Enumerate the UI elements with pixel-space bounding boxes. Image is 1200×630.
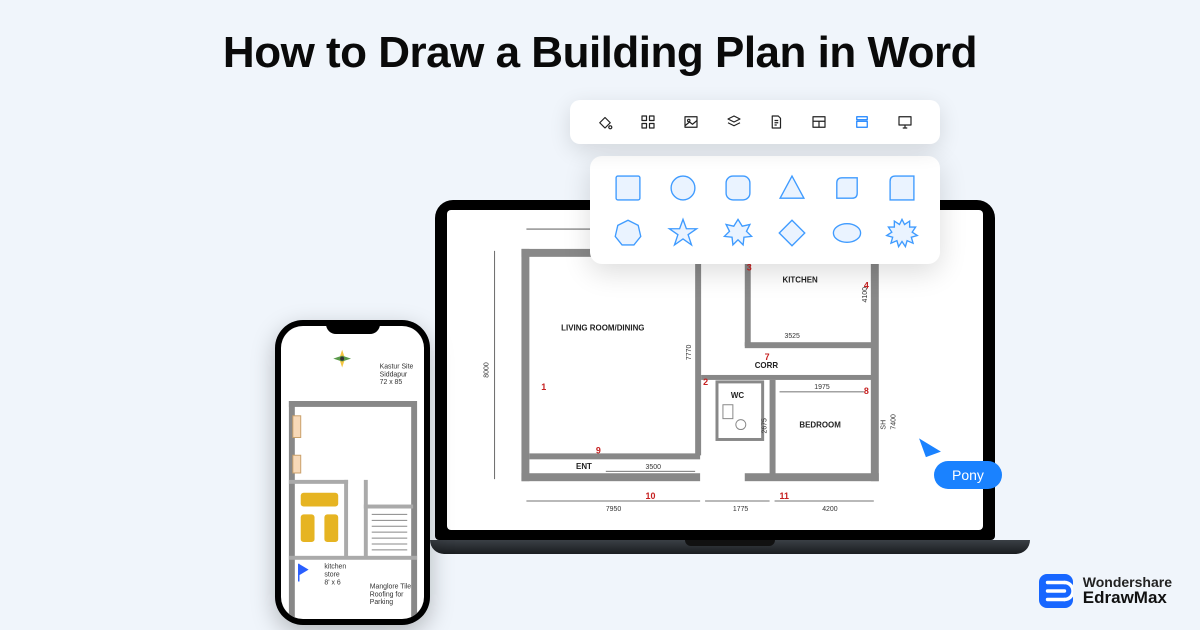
shape-triangle[interactable] xyxy=(768,168,817,207)
dim-bed-sh: SH xyxy=(881,420,888,430)
shape-burst-12[interactable] xyxy=(877,213,926,252)
brand-badge: Wondershare EdrawMax xyxy=(1039,574,1172,608)
rf1: Manglore Tile xyxy=(370,583,412,590)
brand-line-2: EdrawMax xyxy=(1083,589,1172,607)
page-title: How to Draw a Building Plan in Word xyxy=(0,0,1200,78)
rd10: 10 xyxy=(646,491,656,501)
stack-icon[interactable] xyxy=(852,112,872,132)
dim-bot-mid: 1775 xyxy=(733,506,749,513)
shape-diamond[interactable] xyxy=(768,213,817,252)
phone-canvas: Kastur Site Siddapur 72 x 85 xyxy=(281,326,424,619)
rd2: 2 xyxy=(703,377,708,387)
cursor-icon xyxy=(919,433,941,457)
room-corr: CORR xyxy=(755,361,779,370)
presentation-icon[interactable] xyxy=(895,112,915,132)
shape-burst-8[interactable] xyxy=(713,213,762,252)
room-bedroom: BEDROOM xyxy=(799,421,841,430)
edrawmax-logo-icon xyxy=(1039,574,1073,608)
grid-icon[interactable] xyxy=(638,112,658,132)
rd3: 3 xyxy=(747,263,752,273)
room-ent: ENT xyxy=(576,462,592,471)
room-kitchen: KITCHEN xyxy=(782,276,818,285)
dim-living-h: 7770 xyxy=(686,344,693,360)
rd11: 11 xyxy=(780,491,789,501)
shape-circle[interactable] xyxy=(659,168,708,207)
site-label-1: Kastur Site xyxy=(380,363,414,370)
dim-bot-left: 7950 xyxy=(606,506,622,513)
collaborator-name-pill: Pony xyxy=(934,461,1002,489)
rd9: 9 xyxy=(596,445,601,455)
rd8: 8 xyxy=(864,386,869,396)
room-wc: WC xyxy=(731,391,744,400)
dim-bed-h: 2675 xyxy=(762,418,769,434)
layers-icon[interactable] xyxy=(724,112,744,132)
rd1: 1 xyxy=(541,382,546,392)
ks3: 8' x 6 xyxy=(324,579,340,586)
shape-tab-rect[interactable] xyxy=(877,168,926,207)
rd4: 4 xyxy=(864,281,869,291)
dim-ent: 3500 xyxy=(646,464,662,471)
ks1: kitchen xyxy=(324,564,346,571)
shape-heptagon[interactable] xyxy=(604,213,653,252)
brand-line-1: Wondershare xyxy=(1083,575,1172,590)
shape-star[interactable] xyxy=(659,213,708,252)
phone-notch-icon xyxy=(326,320,380,334)
dim-bot-right: 4200 xyxy=(822,506,838,513)
dim-bed-h2: 7400 xyxy=(891,414,898,430)
room-living: LIVING ROOM/DINING xyxy=(561,323,644,332)
ks2: store xyxy=(324,572,339,579)
fill-icon[interactable] xyxy=(595,112,615,132)
site-dim: 72 x 85 xyxy=(380,379,403,386)
site-label-2: Siddapur xyxy=(380,371,408,378)
shape-rounded-square[interactable] xyxy=(713,168,762,207)
shape-toolbar xyxy=(570,100,940,144)
shapes-panel xyxy=(590,156,940,264)
shape-square[interactable] xyxy=(604,168,653,207)
dim-kitchen-w: 3525 xyxy=(784,333,800,340)
shape-leaf[interactable] xyxy=(823,168,872,207)
shape-ellipse[interactable] xyxy=(823,213,872,252)
rf2: Roofing for xyxy=(370,591,404,598)
floorplan-phone: Kastur Site Siddapur 72 x 85 xyxy=(281,326,424,619)
collaborator-cursor: Pony xyxy=(920,435,1002,489)
phone-mockup: Kastur Site Siddapur 72 x 85 xyxy=(275,320,430,625)
page-icon[interactable] xyxy=(766,112,786,132)
image-icon[interactable] xyxy=(681,112,701,132)
dim-left: 8000 xyxy=(484,362,491,378)
layout-icon[interactable] xyxy=(809,112,829,132)
dim-bed-w: 1975 xyxy=(814,384,830,391)
laptop-base xyxy=(430,540,1030,554)
rf3: Parking xyxy=(370,599,394,606)
